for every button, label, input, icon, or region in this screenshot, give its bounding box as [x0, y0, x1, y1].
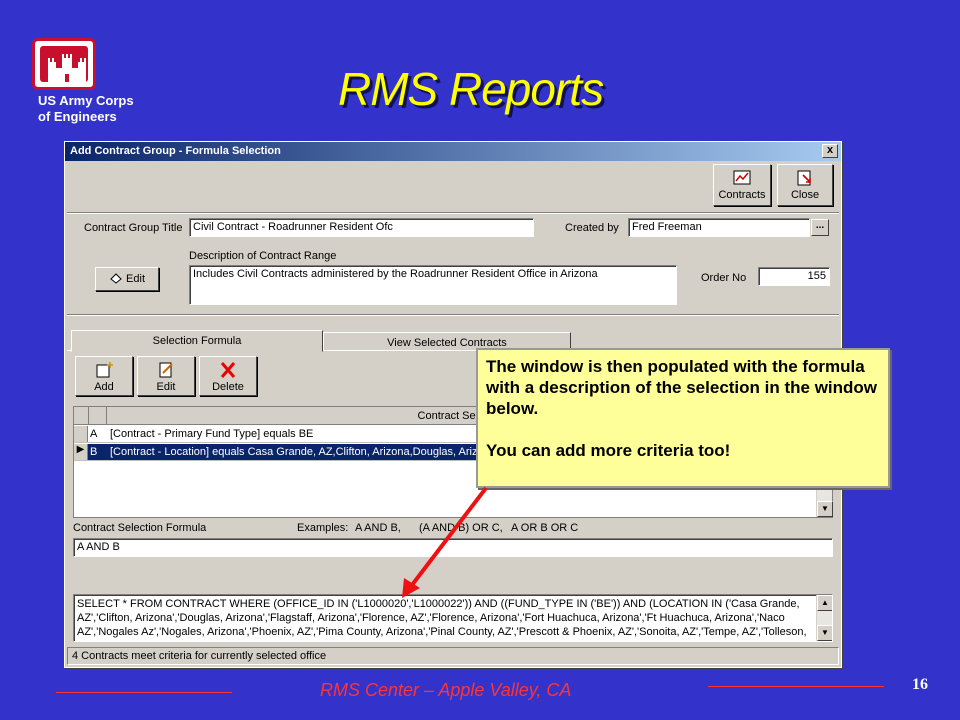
footer-rule-right: [708, 686, 884, 687]
callout-arrow: [402, 486, 488, 598]
page-number: 16: [912, 676, 928, 693]
footer-text: RMS Center – Apple Valley, CA: [320, 680, 572, 700]
tab-selection-formula[interactable]: Selection Formula: [71, 330, 323, 352]
footer-rule-left: [56, 692, 232, 693]
